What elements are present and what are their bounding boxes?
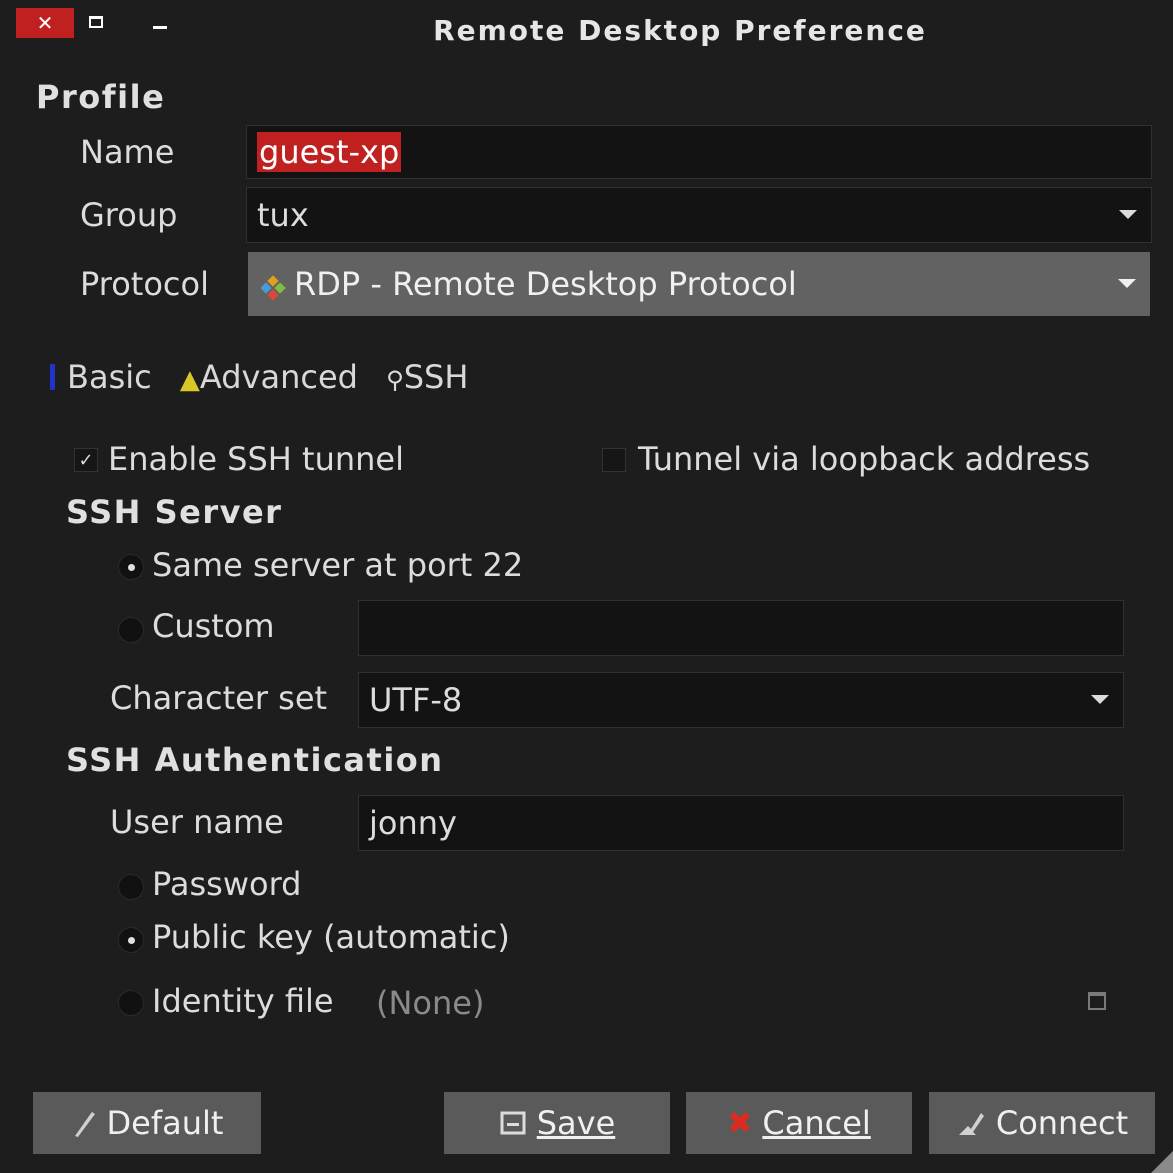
connect-icon	[956, 1108, 986, 1138]
wrench-icon	[71, 1108, 97, 1138]
password-radio[interactable]	[118, 874, 144, 900]
character-set-combo[interactable]: UTF-8	[358, 672, 1124, 728]
tab-bar: Basic ▲Advanced ⚲SSH	[50, 358, 468, 396]
default-button-label: Default	[106, 1104, 224, 1142]
character-set-value: UTF-8	[369, 681, 463, 719]
tunnel-loopback-label: Tunnel via loopback address	[638, 440, 1091, 478]
cancel-button[interactable]: ✖ Cancel	[686, 1092, 912, 1154]
protocol-label: Protocol	[80, 265, 209, 303]
identity-file-radio[interactable]	[118, 990, 144, 1016]
close-window-button[interactable]: ✕	[16, 8, 74, 38]
same-server-label: Same server at port 22	[152, 546, 524, 584]
custom-server-radio[interactable]	[118, 617, 144, 643]
ssh-authentication-section-title: SSH Authentication	[66, 741, 444, 779]
custom-server-input[interactable]	[358, 600, 1124, 656]
tab-advanced-label: Advanced	[199, 358, 358, 396]
tab-basic-label: Basic	[67, 358, 152, 396]
name-input[interactable]: guest-xp	[246, 125, 1152, 179]
group-value: tux	[257, 196, 309, 234]
tab-ssh-label: SSH	[403, 358, 469, 396]
ssh-server-section-title: SSH Server	[66, 493, 283, 531]
window-title: Remote Desktop Preference	[433, 14, 927, 47]
save-button-label: Save	[536, 1104, 616, 1142]
group-combo[interactable]: tux	[246, 187, 1152, 243]
maximize-window-button[interactable]	[84, 10, 108, 34]
protocol-combo[interactable]: RDP - Remote Desktop Protocol	[248, 252, 1150, 316]
character-set-label: Character set	[110, 679, 328, 717]
cancel-icon: ✖	[727, 1105, 753, 1141]
profile-section-title: Profile	[36, 78, 166, 116]
maximize-icon	[89, 16, 103, 28]
open-file-icon[interactable]	[1088, 992, 1106, 1010]
tab-ssh[interactable]: ⚲SSH	[386, 358, 468, 396]
save-button[interactable]: Save	[444, 1092, 670, 1154]
name-input-value: guest-xp	[257, 132, 402, 172]
checkmark-icon: ✓	[78, 449, 94, 471]
custom-server-label: Custom	[152, 607, 275, 645]
warning-icon: ▲	[179, 365, 200, 395]
connect-button[interactable]: Connect	[929, 1092, 1155, 1154]
enable-ssh-tunnel-label: Enable SSH tunnel	[108, 440, 404, 478]
public-key-radio[interactable]	[118, 927, 144, 953]
tab-basic[interactable]: Basic	[50, 358, 162, 396]
info-icon	[50, 364, 55, 390]
user-name-input[interactable]: jonny	[358, 795, 1124, 851]
cancel-button-label: Cancel	[762, 1104, 871, 1142]
key-icon: ⚲	[386, 366, 404, 394]
user-name-value: jonny	[369, 804, 457, 842]
minimize-window-button[interactable]	[148, 10, 172, 34]
chevron-down-icon	[1091, 695, 1109, 704]
protocol-value: RDP - Remote Desktop Protocol	[294, 265, 797, 303]
tunnel-loopback-checkbox[interactable]	[602, 448, 626, 472]
remote-desktop-preference-window: ✕ Remote Desktop Preference Profile Name…	[0, 0, 1173, 1173]
save-icon	[499, 1109, 527, 1137]
resize-grip-icon[interactable]	[1151, 1151, 1173, 1173]
title-bar: ✕ Remote Desktop Preference	[0, 0, 1173, 62]
public-key-label: Public key (automatic)	[152, 918, 510, 956]
rdp-protocol-icon	[260, 271, 286, 301]
group-label: Group	[80, 196, 178, 234]
identity-file-label: Identity file	[152, 982, 334, 1020]
close-icon: ✕	[36, 11, 54, 35]
identity-file-value: (None)	[376, 984, 485, 1022]
chevron-down-icon	[1118, 279, 1136, 288]
minimize-icon	[153, 25, 167, 29]
default-button[interactable]: Default	[33, 1092, 261, 1154]
name-label: Name	[80, 133, 175, 171]
chevron-down-icon	[1119, 210, 1137, 219]
same-server-radio[interactable]	[118, 554, 144, 580]
tab-advanced[interactable]: ▲Advanced	[180, 358, 368, 396]
user-name-label: User name	[110, 803, 284, 841]
password-label: Password	[152, 865, 302, 903]
connect-button-label: Connect	[995, 1104, 1129, 1142]
enable-ssh-tunnel-checkbox[interactable]: ✓	[74, 448, 98, 472]
